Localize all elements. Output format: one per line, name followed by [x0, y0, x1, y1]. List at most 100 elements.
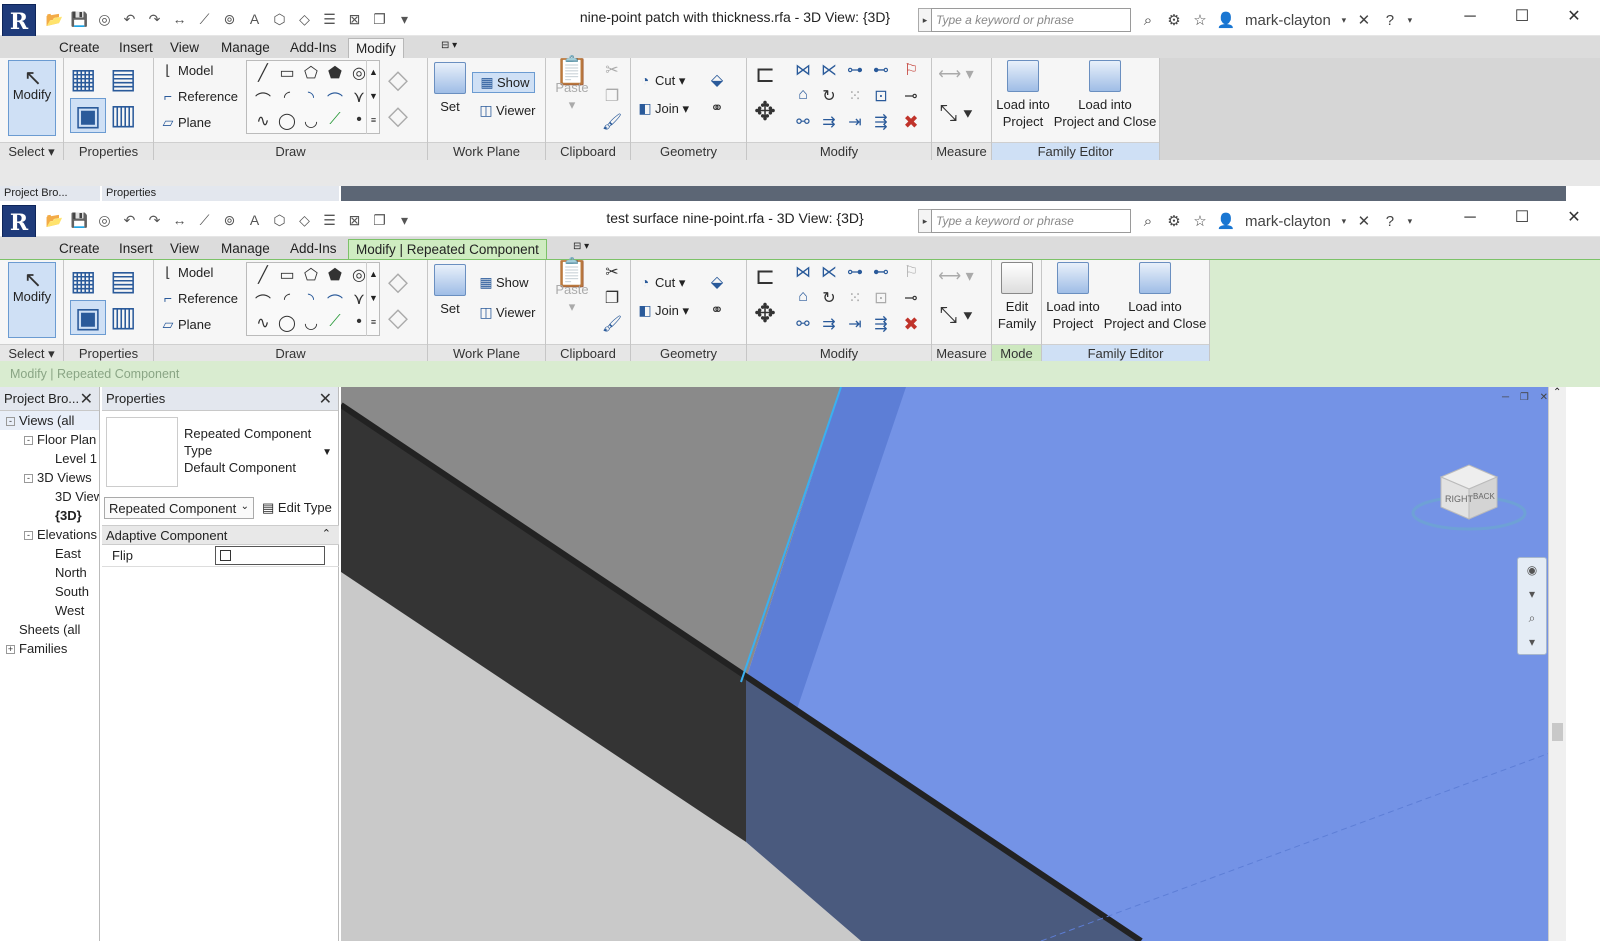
rotate-icon[interactable]: ↻ [817, 288, 841, 308]
load-into-project-and-close-button[interactable]: Load into Project and Close [1102, 262, 1208, 332]
tab-add-ins[interactable]: Add-Ins [283, 38, 344, 58]
trim-icon[interactable]: ⇉ [817, 314, 841, 334]
gallery-scroll[interactable]: ▲ ▼ ≡ [366, 262, 380, 336]
browser-tree-item[interactable]: Level 1 [0, 449, 99, 468]
show-workplane-button[interactable]: ▦ Show [476, 274, 528, 291]
binoculars-icon[interactable]: ⌕ [1135, 213, 1161, 230]
user-name[interactable]: mark-clayton [1245, 12, 1331, 29]
subscription-icon[interactable]: ⚙ [1161, 11, 1187, 29]
copy-icon[interactable]: ❐ [600, 288, 624, 308]
help-icon[interactable]: ? [1377, 12, 1403, 29]
tab-manage[interactable]: Manage [214, 38, 277, 58]
browser-tree-item[interactable]: 3D View [0, 487, 99, 506]
tab-create[interactable]: Create [52, 239, 107, 259]
line-icon[interactable]: ╱ [251, 63, 275, 83]
viewport-3d[interactable] [341, 186, 1566, 201]
align-icon[interactable]: ⊏ [753, 262, 777, 291]
split-face-icon[interactable]: ⬙ [705, 272, 729, 292]
sync-icon[interactable]: ◎ [92, 8, 117, 30]
close-icon[interactable]: ✕ [80, 389, 93, 409]
split-icon[interactable]: ⊶ [843, 262, 867, 282]
properties-icon[interactable]: ▣ [70, 98, 106, 133]
flip-checkbox[interactable] [215, 546, 325, 565]
edit-family-button[interactable]: Edit Family [994, 262, 1040, 332]
3d-view-icon[interactable]: ⬡ [267, 209, 292, 231]
tab-add-ins[interactable]: Add-Ins [283, 239, 344, 259]
align-icon[interactable]: ⊏ [753, 60, 777, 89]
tab-manage[interactable]: Manage [214, 239, 277, 259]
set-workplane-button[interactable]: Set [432, 264, 468, 317]
application-menu-button[interactable]: R [2, 4, 36, 38]
thin-lines-icon[interactable]: ☰ [317, 209, 342, 231]
measure-icon[interactable]: ⟷ ▾ [936, 64, 976, 84]
scale-icon[interactable]: ⊡ [869, 288, 893, 308]
tab-insert[interactable]: Insert [112, 239, 160, 259]
type-selector[interactable]: Repeated Component Type Default Componen… [106, 417, 334, 489]
minimize-button[interactable]: ─ [1444, 201, 1496, 235]
save-icon[interactable]: 💾 [67, 209, 92, 231]
close-hidden-icon[interactable]: ⊠ [342, 209, 367, 231]
favorites-icon[interactable]: ☆ [1187, 11, 1213, 29]
modify-button[interactable]: ↖ Modify [8, 262, 56, 338]
arc-icon[interactable]: ⌒ [251, 289, 275, 313]
family-category-icon[interactable]: ▤ [110, 62, 136, 95]
delete-icon[interactable]: ✖ [899, 314, 923, 335]
reference-plane-button[interactable]: ▱ Plane [158, 114, 212, 131]
tab-view[interactable]: View [163, 239, 206, 259]
join-geometry-button[interactable]: ◧ Join ▾ [635, 302, 689, 319]
array-icon[interactable]: ⁙ [843, 288, 867, 308]
help-icon[interactable]: ? [1377, 213, 1403, 230]
text-icon[interactable]: A [242, 8, 267, 30]
tag-icon[interactable]: ⊚ [217, 8, 242, 30]
browser-tree-item[interactable]: North [0, 563, 99, 582]
close-button[interactable]: ✕ [1548, 201, 1600, 235]
viewer-button[interactable]: ◫ Viewer [476, 304, 535, 321]
cut-icon[interactable]: ✂ [600, 262, 624, 282]
search-input[interactable]: Type a keyword or phrase [931, 209, 1131, 233]
browser-tree-item[interactable]: West [0, 601, 99, 620]
center-arc-icon[interactable]: ◝ [299, 289, 323, 309]
minimize-button[interactable]: ─ [1444, 0, 1496, 34]
family-category-icon[interactable]: ▤ [110, 264, 136, 297]
exchange-icon[interactable]: ✕ [1351, 212, 1377, 230]
trim-multiple-icon[interactable]: ⇶ [869, 112, 893, 132]
rectangle-icon[interactable]: ▭ [275, 265, 299, 285]
cut-icon[interactable]: ✂ [600, 60, 624, 80]
work-plane-icon[interactable]: ◇ [386, 100, 410, 131]
collapse-icon[interactable]: - [24, 436, 33, 446]
paste-button[interactable]: 📋 Paste ▾ [552, 259, 592, 315]
instance-filter-dropdown[interactable]: Repeated Component ⌄ [104, 497, 254, 519]
scroll-up-icon[interactable]: ⌃ [1553, 387, 1561, 398]
partial-ellipse-icon[interactable]: ◡ [299, 313, 323, 333]
delete-icon[interactable]: ✖ [899, 112, 923, 133]
view-window-controls[interactable]: ─ ❐ ✕ [1502, 392, 1552, 403]
switch-windows-icon[interactable]: ❐ [367, 209, 392, 231]
paste-button[interactable]: 📋 Paste ▾ [552, 57, 592, 113]
mirror-draw-icon[interactable]: ⋉ [817, 60, 841, 80]
viewer-button[interactable]: ◫ Viewer [476, 102, 535, 119]
unpin-icon[interactable]: ⚐ [899, 60, 923, 80]
browser-tree-item[interactable]: + Families [0, 639, 99, 658]
move-icon[interactable]: ✥ [753, 298, 777, 329]
dimension-icon[interactable]: ⟋ [192, 8, 217, 30]
tab-insert[interactable]: Insert [112, 38, 160, 58]
ellipse-icon[interactable]: ◯ [275, 111, 299, 131]
tangent-arc-icon[interactable]: ⌒ [323, 87, 347, 111]
trim-icon[interactable]: ⇉ [817, 112, 841, 132]
browser-tree-item[interactable]: {3D} [0, 506, 99, 525]
move-icon[interactable]: ✥ [753, 96, 777, 127]
scale-icon[interactable]: ⊡ [869, 86, 893, 106]
rotate-icon[interactable]: ↻ [817, 86, 841, 106]
browser-tree-item[interactable]: - Floor Plan [0, 430, 99, 449]
load-into-project-button[interactable]: Load into Project [1044, 262, 1102, 332]
chevron-down-icon[interactable]: ▾ [1337, 216, 1351, 227]
search-input[interactable]: Type a keyword or phrase [931, 8, 1131, 32]
exchange-icon[interactable]: ✕ [1351, 11, 1377, 29]
3d-view-icon[interactable]: ⬡ [267, 8, 292, 30]
model-line-button[interactable]: ⌊ Model [158, 264, 213, 281]
close-button[interactable]: ✕ [1548, 0, 1600, 34]
work-plane-icon[interactable]: ◇ [386, 64, 410, 95]
save-icon[interactable]: 💾 [67, 8, 92, 30]
type-properties-icon[interactable]: ▥ [110, 98, 136, 131]
circumscribed-polygon-icon[interactable]: ⬟ [323, 63, 347, 83]
